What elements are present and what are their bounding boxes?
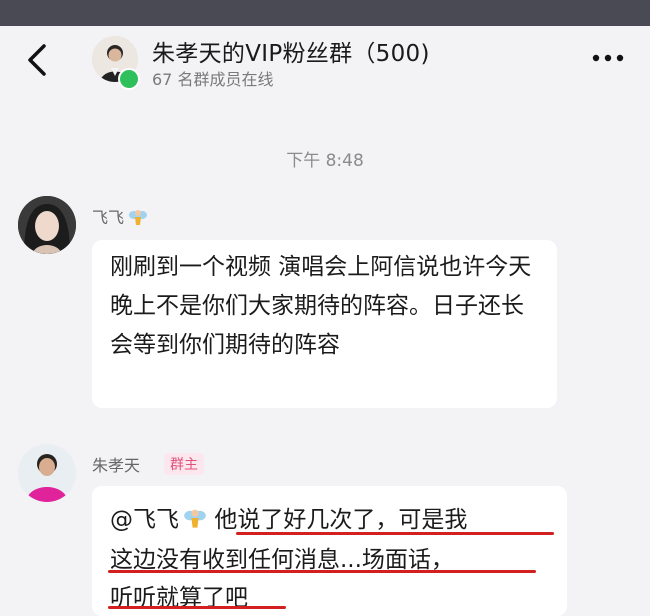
sender-name: 飞飞 (92, 204, 148, 231)
online-status-dot (118, 68, 140, 90)
red-underline-annotation (108, 606, 286, 609)
group-owner-badge: 群主 (164, 453, 204, 475)
sender-name: 朱孝天 (92, 456, 141, 475)
mention-link[interactable]: @飞飞 (110, 507, 179, 533)
message-text: 刚刷到一个视频 演唱会上阿信说也许今天晚上不是你们大家期待的阵容。日子还长 会等… (110, 254, 532, 358)
red-underline-annotation (108, 570, 536, 573)
message-line: @飞飞 他说了好几次了，可是我 (110, 500, 467, 536)
avatar-image (18, 444, 76, 502)
message-timestamp: 下午 8:48 (286, 151, 364, 171)
status-bar (0, 0, 650, 26)
red-underline-annotation (236, 532, 554, 535)
group-title: 朱孝天的VIP粉丝群（500) (152, 41, 430, 67)
fairy-icon (183, 506, 207, 536)
more-options-icon[interactable] (590, 46, 626, 70)
avatar-image (18, 196, 76, 254)
back-arrow-icon[interactable] (22, 40, 54, 80)
sender-avatar-zhuxiaotian[interactable] (18, 444, 76, 502)
online-members-count: 67 名群成员在线 (152, 70, 274, 89)
message-text: 他说了好几次了，可是我 (214, 507, 468, 533)
sender-name-text: 飞飞 (92, 208, 125, 227)
sender-avatar-feifei[interactable] (18, 196, 76, 254)
fairy-icon (128, 207, 148, 231)
message-text: 这边没有收到任何消息...场面话， (110, 547, 454, 573)
